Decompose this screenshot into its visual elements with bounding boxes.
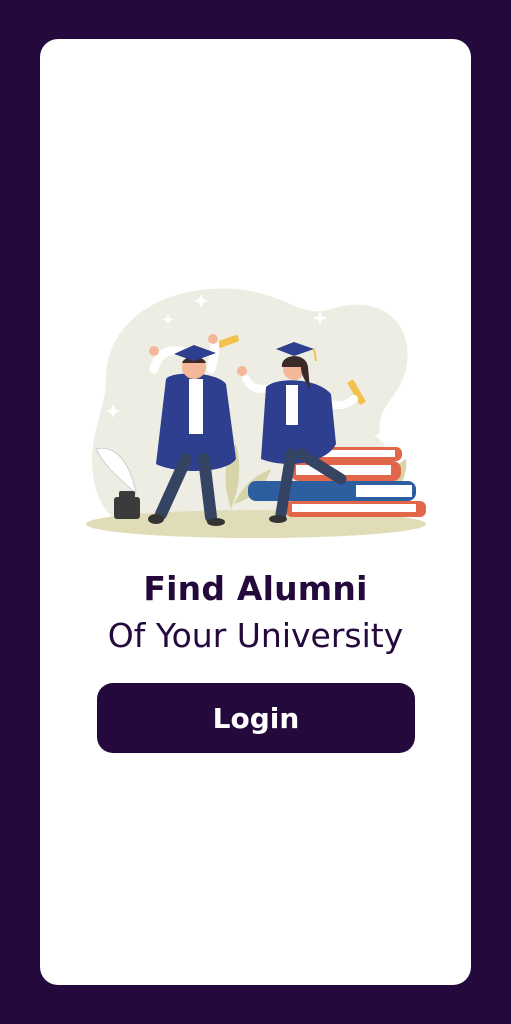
heading-find-alumni: Find Alumni	[143, 569, 368, 608]
graduates-celebrating-illustration	[86, 288, 426, 538]
login-button[interactable]: Login	[97, 683, 415, 753]
welcome-card: Find Alumni Of Your University Login	[40, 39, 471, 985]
heading-of-your-university: Of Your University	[107, 616, 404, 655]
